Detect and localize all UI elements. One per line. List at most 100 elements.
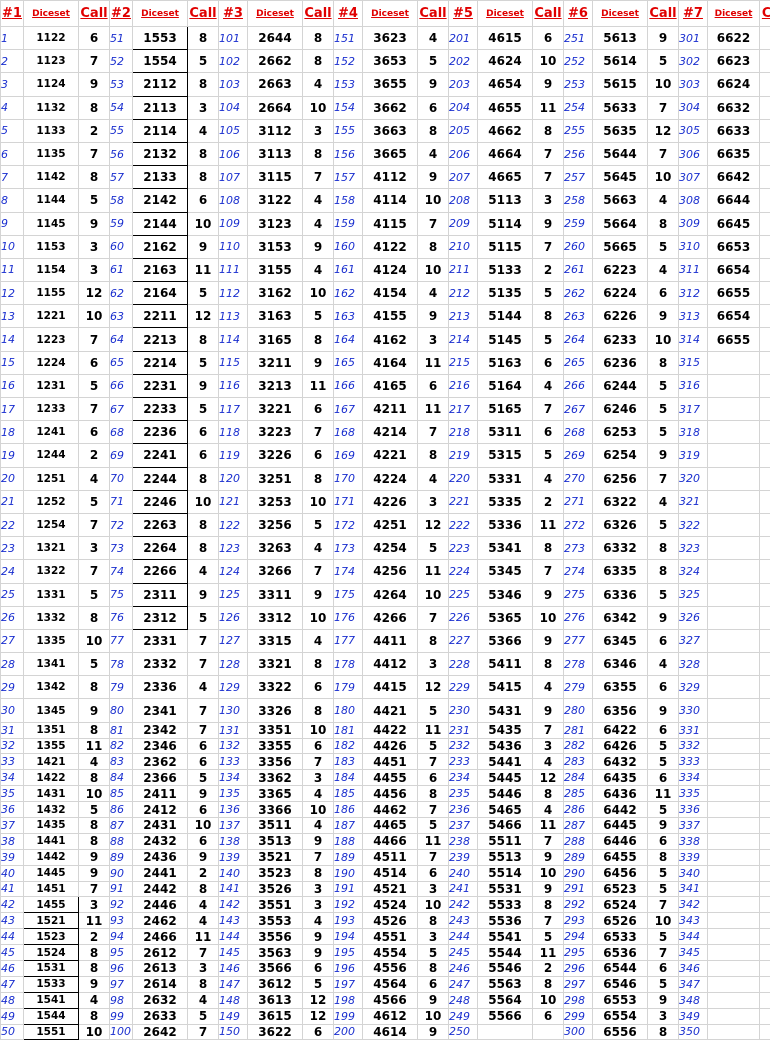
diceset-cell[interactable]: 2614 — [133, 976, 188, 992]
diceset-cell[interactable]: 1254 — [24, 513, 79, 536]
diceset-cell[interactable]: 5664 — [593, 212, 648, 235]
diceset-cell[interactable]: 5436 — [478, 738, 533, 754]
call-cell[interactable]: 6 — [760, 96, 770, 119]
row-index-cell[interactable]: 259 — [564, 212, 593, 235]
diceset-cell[interactable]: 5415 — [478, 676, 533, 699]
row-index-cell[interactable]: 207 — [449, 166, 478, 189]
row-index-cell[interactable]: 272 — [564, 513, 593, 536]
diceset-cell[interactable]: 1544 — [24, 1008, 79, 1024]
call-cell[interactable]: 6 — [188, 833, 219, 849]
diceset-cell[interactable]: 1133 — [24, 119, 79, 142]
row-index-cell[interactable]: 200 — [334, 1024, 363, 1040]
call-cell[interactable]: 10 — [303, 490, 334, 513]
call-cell[interactable] — [760, 1008, 770, 1024]
call-cell[interactable]: 6 — [533, 1008, 564, 1024]
row-index-cell[interactable]: 3 — [1, 73, 24, 96]
row-index-cell[interactable]: 330 — [679, 699, 708, 722]
row-index-cell[interactable]: 142 — [219, 897, 248, 913]
diceset-cell[interactable]: 4465 — [363, 817, 418, 833]
row-index-cell[interactable]: 149 — [219, 1008, 248, 1024]
diceset-cell[interactable] — [708, 913, 760, 929]
diceset-cell[interactable]: 5113 — [478, 189, 533, 212]
diceset-cell[interactable]: 1335 — [24, 629, 79, 652]
row-index-cell[interactable]: 60 — [110, 235, 133, 258]
call-cell[interactable]: 4 — [79, 754, 110, 770]
diceset-cell[interactable]: 4511 — [363, 849, 418, 865]
call-cell[interactable]: 10 — [648, 913, 679, 929]
call-cell[interactable]: 4 — [418, 142, 449, 165]
call-cell[interactable] — [760, 945, 770, 961]
row-index-cell[interactable]: 45 — [1, 945, 24, 961]
call-cell[interactable]: 5 — [533, 328, 564, 351]
diceset-cell[interactable]: 3563 — [248, 945, 303, 961]
call-cell[interactable]: 12 — [648, 119, 679, 142]
diceset-cell[interactable]: 5566 — [478, 1008, 533, 1024]
diceset-cell[interactable]: 6456 — [593, 865, 648, 881]
diceset-cell[interactable]: 5115 — [478, 235, 533, 258]
call-cell[interactable]: 6 — [760, 235, 770, 258]
diceset-cell[interactable]: 5644 — [593, 142, 648, 165]
diceset-cell[interactable]: 5431 — [478, 699, 533, 722]
call-cell[interactable]: 5 — [648, 513, 679, 536]
call-cell[interactable]: 3 — [188, 96, 219, 119]
diceset-cell[interactable]: 5635 — [593, 119, 648, 142]
row-index-cell[interactable]: 213 — [449, 305, 478, 328]
call-cell[interactable]: 4 — [188, 913, 219, 929]
row-index-cell[interactable]: 316 — [679, 374, 708, 397]
row-index-cell[interactable]: 294 — [564, 929, 593, 945]
row-index-cell[interactable]: 100 — [110, 1024, 133, 1040]
call-cell[interactable]: 8 — [188, 537, 219, 560]
call-cell[interactable]: 9 — [418, 305, 449, 328]
call-cell[interactable]: 5 — [648, 738, 679, 754]
row-index-cell[interactable]: 205 — [449, 119, 478, 142]
call-cell[interactable]: 8 — [79, 833, 110, 849]
diceset-cell[interactable]: 2164 — [133, 282, 188, 305]
call-cell[interactable]: 2 — [533, 960, 564, 976]
call-cell[interactable] — [760, 560, 770, 583]
call-cell[interactable]: 8 — [303, 699, 334, 722]
diceset-cell[interactable]: 1332 — [24, 606, 79, 629]
diceset-cell[interactable]: 5665 — [593, 235, 648, 258]
call-cell[interactable]: 5 — [418, 817, 449, 833]
call-cell[interactable]: 8 — [418, 960, 449, 976]
call-cell[interactable]: 5 — [303, 305, 334, 328]
row-index-cell[interactable]: 10 — [1, 235, 24, 258]
diceset-cell[interactable]: 2331 — [133, 629, 188, 652]
call-cell[interactable] — [760, 865, 770, 881]
call-cell[interactable]: 3 — [303, 770, 334, 786]
row-index-cell[interactable]: 69 — [110, 444, 133, 467]
row-index-cell[interactable]: 122 — [219, 513, 248, 536]
call-cell[interactable]: 4 — [648, 189, 679, 212]
call-cell[interactable]: 7 — [533, 142, 564, 165]
call-cell[interactable]: 6 — [188, 189, 219, 212]
row-index-cell[interactable]: 201 — [449, 27, 478, 50]
call-cell[interactable]: 7 — [533, 560, 564, 583]
call-cell[interactable]: 5 — [188, 606, 219, 629]
call-cell[interactable]: 9 — [79, 976, 110, 992]
diceset-cell[interactable]: 2341 — [133, 699, 188, 722]
call-cell[interactable]: 9 — [418, 1024, 449, 1040]
diceset-cell[interactable]: 3665 — [363, 142, 418, 165]
call-cell[interactable]: 10 — [79, 786, 110, 802]
diceset-cell[interactable]: 3362 — [248, 770, 303, 786]
row-index-cell[interactable]: 256 — [564, 142, 593, 165]
diceset-cell[interactable]: 3322 — [248, 676, 303, 699]
call-cell[interactable] — [760, 490, 770, 513]
call-cell[interactable] — [760, 699, 770, 722]
diceset-cell[interactable]: 1523 — [24, 929, 79, 945]
diceset-cell[interactable]: 6345 — [593, 629, 648, 652]
row-index-cell[interactable]: 145 — [219, 945, 248, 961]
call-cell[interactable]: 2 — [760, 189, 770, 212]
row-index-cell[interactable]: 121 — [219, 490, 248, 513]
diceset-cell[interactable]: 6432 — [593, 754, 648, 770]
diceset-cell[interactable]: 1331 — [24, 583, 79, 606]
diceset-cell[interactable]: 4466 — [363, 833, 418, 849]
row-index-cell[interactable]: 183 — [334, 754, 363, 770]
call-cell[interactable]: 11 — [418, 560, 449, 583]
row-index-cell[interactable]: 105 — [219, 119, 248, 142]
row-index-cell[interactable]: 90 — [110, 865, 133, 881]
call-cell[interactable]: 11 — [188, 258, 219, 281]
diceset-cell[interactable]: 5135 — [478, 282, 533, 305]
row-index-cell[interactable]: 276 — [564, 606, 593, 629]
row-index-cell[interactable]: 234 — [449, 770, 478, 786]
